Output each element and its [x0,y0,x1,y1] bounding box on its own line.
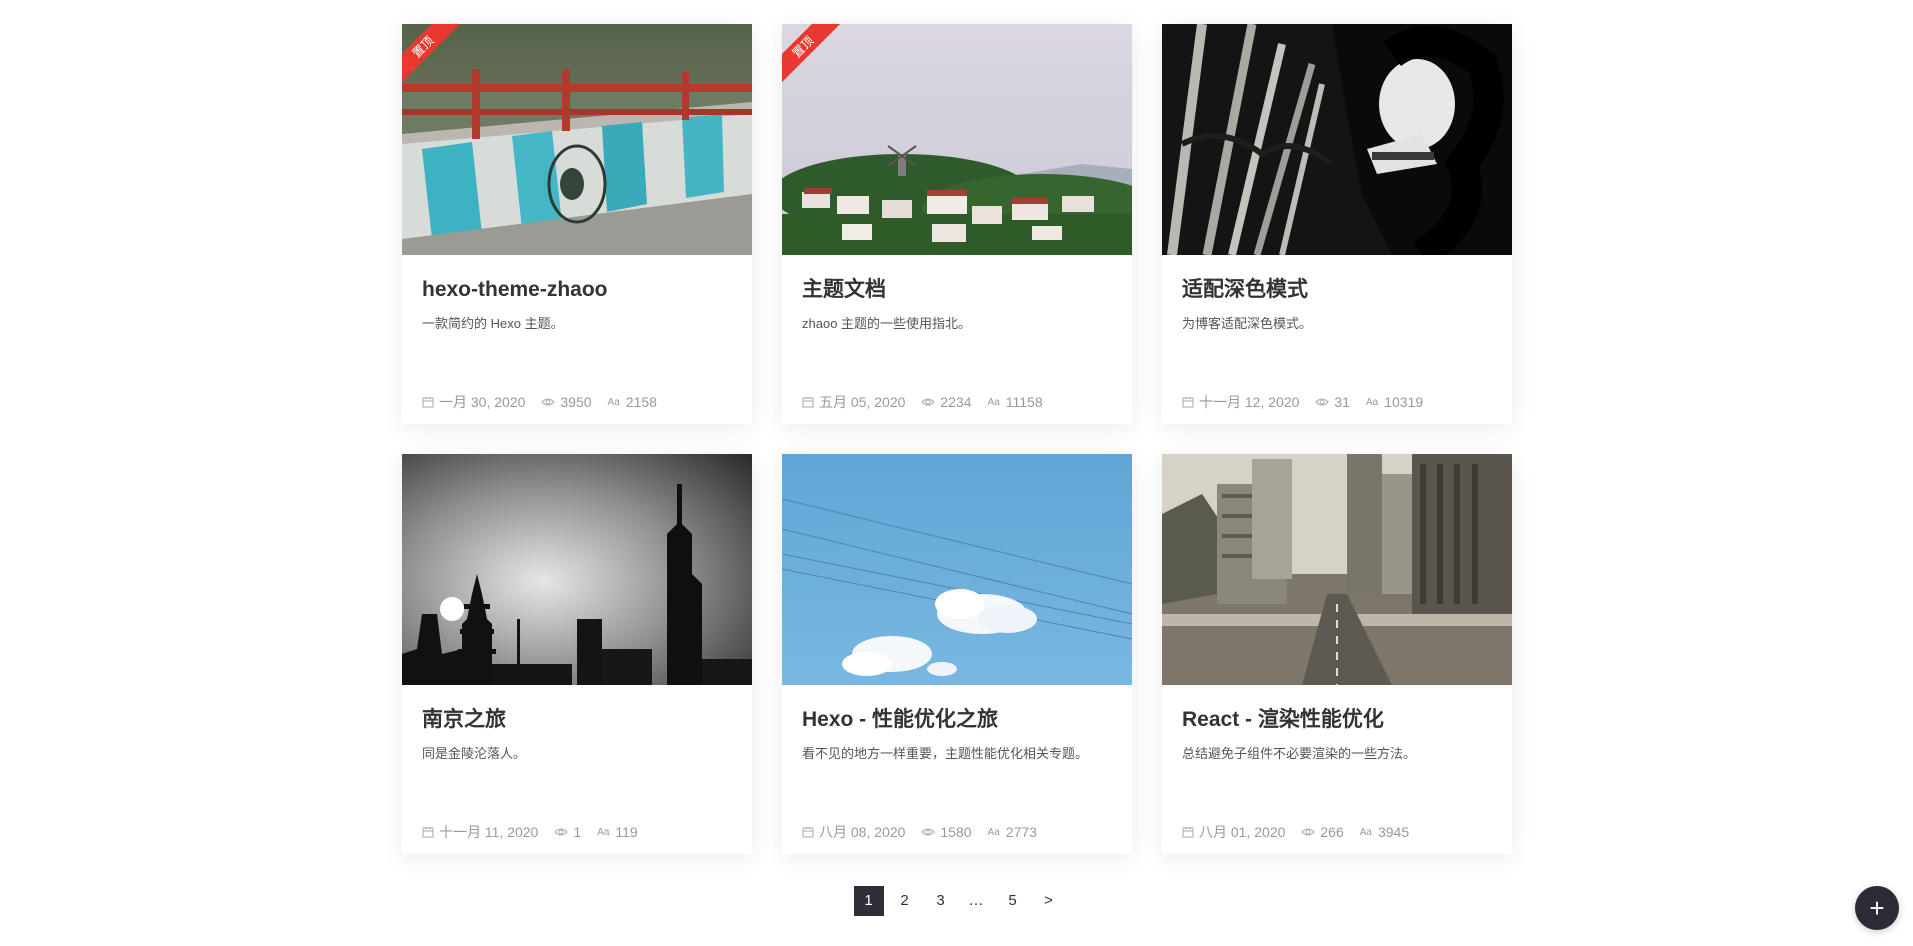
post-words: 119 [615,824,638,840]
word-count-icon: Aa [597,826,610,838]
post-views: 2234 [940,394,972,410]
post-cover-image[interactable] [782,454,1132,685]
page-ellipsis: … [968,892,985,909]
eye-icon [1315,398,1330,406]
page-button[interactable]: 2 [890,886,920,916]
post-meta: 五月 05, 2020 2234 Aa 11158 [802,392,1059,412]
post-date: 八月 01, 2020 [1199,824,1286,840]
post-views: 31 [1334,394,1350,410]
eye-icon [921,398,936,406]
post-words: 2773 [1005,824,1037,840]
post-cover-image[interactable] [1162,24,1512,255]
post-cover-image[interactable]: 置顶 [402,24,752,255]
calendar-icon [802,827,814,838]
post-meta: 八月 08, 2020 1580 Aa 2773 [802,822,1053,842]
post-card[interactable]: 置顶 hexo-theme-zhaoo 一款简约的 Hexo 主题。 一月 30… [402,24,752,424]
calendar-icon [802,397,814,408]
post-date: 八月 08, 2020 [819,824,906,840]
post-title[interactable]: hexo-theme-zhaoo [422,277,732,303]
post-title[interactable]: 南京之旅 [422,707,732,733]
post-description: 为博客适配深色模式。 [1182,316,1313,331]
post-views: 266 [1320,824,1344,840]
post-date: 十一月 12, 2020 [1199,394,1300,410]
post-card[interactable]: Hexo - 性能优化之旅 看不见的地方一样重要，主题性能优化相关专题。 八月 … [782,454,1132,854]
eye-icon [554,828,569,836]
calendar-icon [1182,397,1194,408]
word-count-icon: Aa [1365,396,1379,408]
word-count-icon: Aa [1359,826,1372,838]
post-description: 总结避免子组件不必要渲染的一些方法。 [1182,746,1417,761]
word-count-icon: Aa [607,396,620,408]
eye-icon [541,398,556,406]
page-button-current[interactable]: 1 [853,886,884,916]
post-date: 五月 05, 2020 [819,394,906,410]
post-title[interactable]: Hexo - 性能优化之旅 [802,707,1112,733]
post-grid: 置顶 hexo-theme-zhaoo 一款简约的 Hexo 主题。 一月 30… [402,24,1512,854]
calendar-icon [422,827,434,838]
post-views: 1580 [940,824,972,840]
word-count-icon: Aa [987,826,1000,838]
post-words: 11158 [1005,394,1043,410]
post-card[interactable]: React - 渲染性能优化 总结避免子组件不必要渲染的一些方法。 八月 01,… [1162,454,1512,854]
post-meta: 十一月 12, 2020 31 Aa 10319 [1182,392,1439,412]
post-date: 一月 30, 2020 [439,394,526,410]
post-description: zhaoo 主题的一些使用指北。 [802,316,972,331]
post-title[interactable]: 适配深色模式 [1182,277,1492,303]
post-views: 1 [573,824,582,840]
post-date: 十一月 11, 2020 [439,824,539,840]
post-card[interactable]: 置顶 主题文档 zhaoo 主题的一些使用指北。 五月 05, 2020 223… [782,24,1132,424]
post-views: 3950 [560,394,592,410]
post-meta: 八月 01, 2020 266 Aa 3945 [1182,822,1425,842]
post-description: 一款简约的 Hexo 主题。 [422,316,564,331]
word-count-icon: Aa [987,396,1000,408]
post-description: 看不见的地方一样重要，主题性能优化相关专题。 [802,746,1089,761]
post-card[interactable]: 南京之旅 同是金陵沦落人。 十一月 11, 2020 1 Aa 119 [402,454,752,854]
post-words: 3945 [1377,824,1410,840]
post-cover-image[interactable] [402,454,752,685]
post-card[interactable]: 适配深色模式 为博客适配深色模式。 十一月 12, 2020 31 Aa 103… [1162,24,1512,424]
eye-icon [1301,828,1316,836]
post-cover-image[interactable]: 置顶 [782,24,1132,255]
page-button[interactable]: 5 [998,886,1028,916]
post-words: 10319 [1384,394,1424,410]
calendar-icon [1182,827,1194,838]
next-page-button[interactable]: > [1034,886,1064,916]
post-meta: 十一月 11, 2020 1 Aa 119 [422,822,654,842]
post-title[interactable]: React - 渲染性能优化 [1182,707,1492,733]
post-words: 2158 [625,394,657,410]
pagination: 1 2 3 … 5 > [0,886,1913,916]
calendar-icon [422,397,434,408]
floating-plus-button[interactable]: + [1855,886,1899,930]
post-description: 同是金陵沦落人。 [422,746,527,761]
page-button[interactable]: 3 [926,886,956,916]
post-title[interactable]: 主题文档 [802,277,1112,303]
post-cover-image[interactable] [1162,454,1512,685]
post-meta: 一月 30, 2020 3950 Aa 2158 [422,392,673,412]
eye-icon [921,828,936,836]
